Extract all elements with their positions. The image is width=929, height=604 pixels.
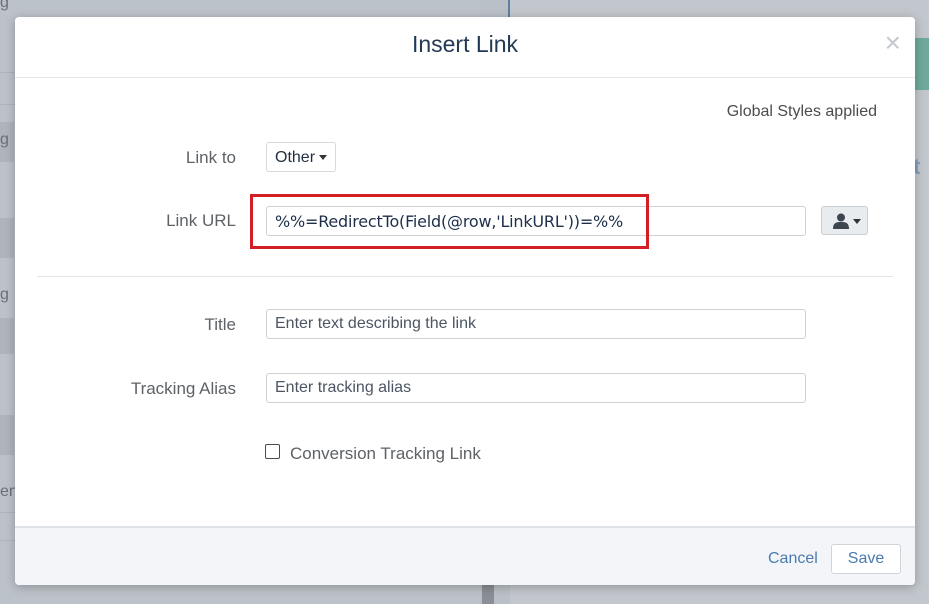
title-input[interactable] bbox=[266, 309, 806, 339]
conversion-tracking-checkbox[interactable] bbox=[265, 444, 280, 459]
backdrop-accent bbox=[915, 38, 929, 90]
tracking-alias-label: Tracking Alias bbox=[130, 379, 236, 398]
section-divider bbox=[37, 276, 893, 277]
chevron-down-icon bbox=[319, 155, 328, 161]
conversion-tracking-label[interactable]: Conversion Tracking Link bbox=[290, 444, 481, 464]
personalization-button[interactable] bbox=[821, 206, 868, 235]
dialog-footer: Cancel Save bbox=[15, 526, 915, 585]
backdrop-text-fragment: g bbox=[0, 131, 9, 148]
title-label: Title bbox=[204, 315, 237, 334]
close-icon[interactable]: × bbox=[885, 29, 901, 57]
backdrop-strip bbox=[482, 585, 494, 604]
dialog-title: Insert Link bbox=[411, 31, 519, 57]
backdrop-band bbox=[0, 415, 14, 455]
backdrop-text-fragment: g bbox=[0, 286, 9, 303]
backdrop-band bbox=[0, 218, 14, 258]
save-button[interactable]: Save bbox=[831, 544, 901, 574]
link-url-label: Link URL bbox=[166, 211, 236, 230]
tracking-alias-input[interactable] bbox=[266, 373, 806, 403]
global-styles-note: Global Styles applied bbox=[726, 103, 877, 120]
link-to-dropdown[interactable]: Other bbox=[266, 142, 337, 172]
link-to-selected: Other bbox=[275, 149, 316, 166]
user-icon bbox=[833, 213, 849, 229]
backdrop-band bbox=[0, 318, 14, 354]
chevron-down-icon bbox=[853, 219, 861, 224]
insert-link-dialog: Insert Link × Global Styles applied Link… bbox=[15, 17, 915, 585]
cancel-button[interactable]: Cancel bbox=[768, 550, 818, 568]
backdrop-text-fragment: g bbox=[0, 0, 9, 11]
link-url-input[interactable] bbox=[266, 206, 806, 236]
link-to-label: Link to bbox=[185, 148, 236, 167]
dialog-header: Insert Link × bbox=[15, 17, 915, 78]
